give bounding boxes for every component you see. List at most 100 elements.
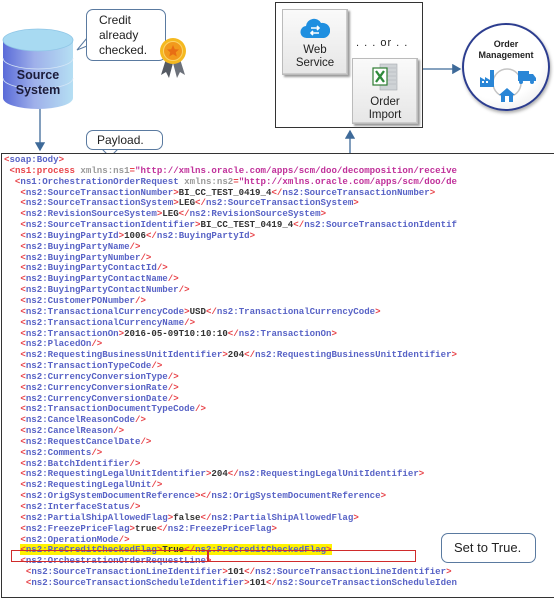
xml-indent [4, 230, 20, 241]
xml-bracket: /> [167, 273, 179, 285]
xml-content: <ns2:SourceTransactionIdentifier>BI_CC_T… [20, 219, 457, 230]
xml-tag-name: ns2:SourceTransactionNumber [282, 186, 430, 198]
xml-indent [4, 393, 20, 404]
xml-content: <ns2:SourceTransactionNumber>BI_CC_TEST_… [20, 187, 435, 198]
order-management-node: Order Management [462, 23, 550, 111]
xml-tag-name: ns2:SourceTransactionSystem [205, 197, 354, 209]
order-management-label: Order Management [464, 39, 548, 61]
text-cursor [207, 550, 209, 562]
xml-content: <ns2:OrigSystemDocumentReference></ns2:O… [20, 490, 386, 501]
xml-bracket: /> [91, 338, 103, 350]
payload-callout-text: Payload. [97, 133, 144, 147]
xml-bracket: ns1:process [14, 164, 75, 176]
xml-bracket: > [353, 197, 359, 209]
xml-tag-name: ns2:BuyingPartyNumber [25, 251, 141, 263]
xml-content: <ns2:FreezePriceFlag>true</ns2:FreezePri… [20, 523, 277, 534]
xml-bracket: > [418, 468, 425, 480]
xml-bracket: </ [271, 186, 283, 198]
xml-bracket: > [451, 349, 458, 361]
xml-indent [4, 501, 20, 512]
xml-bracket: </ [227, 468, 239, 480]
xml-indent [4, 284, 20, 295]
xml-bracket: /> [140, 435, 152, 447]
xml-bracket: /> [195, 403, 206, 415]
order-management-label-line1: Order [493, 39, 519, 49]
xml-tag-name: ns2:TransactionalCurrencyCode [216, 305, 376, 317]
order-import-label-line1: Order [370, 96, 400, 108]
xml-content: <ns2:TransactionTypeCode/> [20, 360, 162, 371]
xml-indent [4, 176, 15, 187]
xml-indent [4, 273, 20, 284]
xml-tag-name: ns2:BatchIdentifier [25, 457, 130, 469]
xml-tag-name: ns2:TransactionOn [25, 327, 119, 339]
xml-tag-name: ns2:TransactionalCurrencyName [25, 316, 185, 328]
or-separator-text: . . . or . . [356, 37, 409, 49]
xml-content: <ns2:CustomerPONumber/> [20, 295, 146, 306]
xml-text-value: 1006 [124, 229, 146, 241]
xml-payload-panel: <soap:Body> <ns1:process xmlns:ns1="http… [1, 153, 554, 598]
xml-tag-name: ns2:SourceTransactionScheduleIden [276, 576, 458, 588]
xml-content: <ns2:CancelReasonCode/> [20, 414, 146, 425]
xml-content: <ns2:RequestingLegalUnitIdentifier>204</… [20, 468, 425, 480]
xml-tag-name: ns2:SourceTransactionIdentif [304, 219, 457, 231]
xml-indent [4, 187, 20, 198]
xml-tag-name: ns2:RequestingLegalUnit [25, 479, 152, 491]
xml-content: <ns1:OrchestrationOrderRequest xmlns:ns2… [15, 176, 457, 187]
xml-indent [4, 262, 20, 273]
xml-indent [4, 577, 26, 588]
xml-indent [4, 219, 20, 230]
xml-content: <ns2:TransactionalCurrencyCode>USD</ns2:… [20, 306, 380, 317]
xml-indent [4, 468, 20, 479]
xml-tag-name: ns2:BuyingPartyId [25, 229, 119, 241]
xml-content: <ns2:TransactionOn>2016-05-09T10:10:10</… [20, 328, 337, 339]
xml-indent [4, 295, 20, 306]
xml-text-value: 2016-05-09T10:10:10 [124, 327, 228, 339]
xml-attr-value: "http://xmlns.oracle.com/apps/scm/doo/de [238, 175, 457, 187]
xml-indent [4, 197, 20, 208]
payload-callout: Payload. [86, 130, 163, 150]
xml-tag-name: ns2:SourceTransactionNumber [25, 186, 174, 198]
xml-bracket: </ [178, 208, 190, 220]
xml-bracket: /> [156, 262, 168, 274]
xml-bracket: > [380, 490, 387, 502]
xml-indent [4, 382, 20, 393]
xml-tag-name: ns2:BuyingPartyName [25, 240, 130, 252]
xml-tag-name: ns2:FreezePriceFlag [167, 522, 272, 534]
xml-bracket: </ [244, 349, 256, 361]
xml-bracket: </ [195, 197, 206, 209]
xml-tag-name: ns2:SourceTransactionIdentifier [25, 219, 196, 231]
order-management-label-line2: Management [478, 50, 534, 60]
xml-bracket: </ [227, 327, 239, 339]
xml-content: <ns2:BatchIdentifier/> [20, 458, 140, 469]
xml-bracket: > [249, 229, 256, 241]
xml-tag-name: ns2:InterfaceStatus [25, 501, 130, 512]
xml-code: <soap:Body> <ns1:process xmlns:ns1="http… [4, 154, 458, 589]
xml-content: <ns2:InterfaceStatus/> [20, 501, 140, 512]
web-service-button[interactable]: Web Service [282, 9, 348, 75]
pre-credit-checked-flag-highlight-box [11, 550, 416, 562]
xml-indent [4, 425, 20, 436]
xml-tag-name: ns2:RevisionSourceSystem [25, 208, 157, 220]
xml-content: <ns2:BuyingPartyId>1006</ns2:BuyingParty… [20, 230, 255, 241]
xml-indent [4, 338, 20, 349]
set-to-true-callout: Set to True. [441, 533, 536, 563]
xml-bracket: /> [129, 240, 141, 252]
xml-bracket: /> [118, 533, 130, 545]
xml-bracket: > [446, 566, 452, 578]
xml-text-value: false [173, 511, 201, 523]
xml-text-value: 204 [211, 468, 228, 480]
xml-content: <ns2:SourceTransactionLineIdentifier>101… [26, 566, 452, 577]
xml-content: <ns2:BuyingPartyNumber/> [20, 252, 151, 263]
xml-tag-name: ns2:RequestCancelDate [25, 435, 141, 447]
xml-bracket: </ [145, 229, 157, 241]
xml-tag-name: ns2:TransactionalCurrencyCode [25, 305, 185, 317]
xml-indent [4, 306, 20, 317]
xml-bracket: /> [178, 284, 190, 296]
xml-tag-name: ns1:OrchestrationOrderRequest [20, 175, 179, 187]
xml-tag-name: ns2:TransactionDocumentTypeCode [25, 403, 196, 415]
xml-text-value: BI_CC_TEST_0419_4 [178, 186, 272, 198]
order-import-button[interactable]: Order Import [352, 58, 418, 124]
xml-tag-name: ns2:CancelReasonCode [25, 414, 135, 426]
xml-content: <ns2:BuyingPartyName/> [20, 241, 140, 252]
xml-tag-name: ns2:SourceTransactionLineIdentifier [255, 566, 447, 578]
